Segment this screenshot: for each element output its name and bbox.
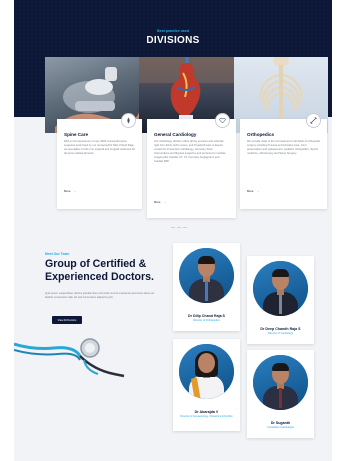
- divisions-title: DIVISIONS: [146, 35, 200, 46]
- doctor-card[interactable]: Dr Deep Chandh Raja S Director of Cardio…: [247, 256, 314, 344]
- section-divider: [171, 227, 187, 228]
- doctor-name: Dr Abarajda V: [194, 410, 219, 414]
- team-description: Quis ipsum suspendisse ultrices gravida …: [45, 292, 155, 299]
- division-description: With a rich experience of over 3000 succ…: [64, 140, 136, 156]
- divisions-eyebrow: Best practice used: [157, 29, 189, 33]
- doctor-card[interactable]: Dr Abarajda V Director of Gynaecology, O…: [173, 339, 240, 431]
- arrow-right-icon: →: [163, 200, 167, 204]
- more-link[interactable]: More →: [247, 189, 259, 193]
- more-label: More: [64, 189, 71, 193]
- spine-icon: [121, 113, 136, 128]
- division-title: General Cardiology: [154, 132, 197, 137]
- team-heading: Group of Certified & Experienced Doctors…: [45, 258, 154, 283]
- doctor-role: Director of Cardiology: [267, 332, 294, 335]
- doctor-role: Consultant Cardiologist: [267, 426, 294, 429]
- doctor-name: Dr Deep Chandh Raja S: [260, 327, 301, 331]
- heart-icon: [215, 113, 230, 128]
- more-label: More: [154, 200, 161, 204]
- doctor-avatar: [253, 355, 308, 410]
- doctor-role: Director of Orthopedics: [193, 319, 220, 322]
- more-link[interactable]: More →: [154, 200, 166, 204]
- page: Best practice used DIVISIONS Spine Care …: [14, 0, 332, 461]
- doctor-avatar: [179, 248, 234, 303]
- division-card-orthopedics[interactable]: Orthopedics We provide state of the art …: [240, 113, 327, 209]
- division-title: Orthopedics: [247, 132, 275, 137]
- doctor-name: Dr Dilip Chand Raja S: [188, 314, 225, 318]
- view-all-doctors-button[interactable]: View All Doctors: [52, 316, 82, 324]
- doctor-name: Dr Suganth: [270, 421, 291, 425]
- doctor-card[interactable]: Dr Suganth Consultant Cardiologist: [247, 350, 314, 438]
- team-eyebrow: Meet Our Team: [45, 252, 70, 256]
- arrow-right-icon: →: [256, 189, 260, 193]
- more-link[interactable]: More →: [64, 189, 76, 193]
- doctor-avatar: [179, 344, 234, 399]
- doctor-avatar: [253, 261, 308, 316]
- stethoscope-image: [14, 338, 125, 378]
- arrow-right-icon: →: [73, 189, 77, 193]
- division-card-general-cardiology[interactable]: General Cardiology Our Cardiology divisi…: [147, 113, 236, 218]
- bone-icon: [306, 113, 321, 128]
- division-description: We provide state of the art treatment in…: [247, 140, 321, 156]
- division-card-spine-care[interactable]: Spine Care With a rich experience of ove…: [57, 113, 142, 209]
- doctor-role: Director of Gynaecology, Obstetrics & Fe…: [180, 415, 233, 418]
- more-label: More: [247, 189, 254, 193]
- division-title: Spine Care: [64, 132, 88, 137]
- doctor-card[interactable]: Dr Dilip Chand Raja S Director of Orthop…: [173, 243, 240, 331]
- division-description: Our Cardiology division offers all the s…: [154, 140, 226, 164]
